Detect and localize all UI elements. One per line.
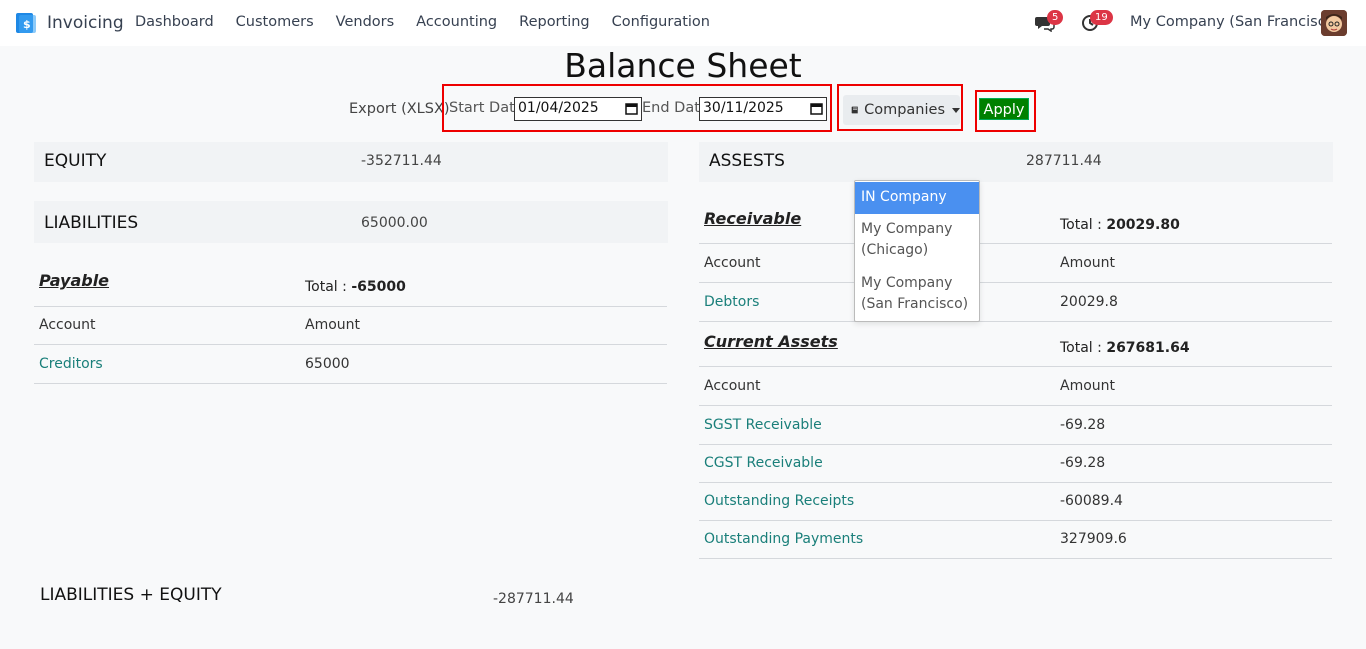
calendar-icon[interactable] <box>810 102 823 115</box>
account-link-outstanding-receipts[interactable]: Outstanding Receipts <box>704 493 854 509</box>
user-avatar[interactable] <box>1321 10 1347 36</box>
equity-value: -352711.44 <box>361 153 442 169</box>
companies-dropdown-menu: IN Company My Company (Chicago) My Compa… <box>854 180 980 322</box>
divider <box>34 344 667 345</box>
current-assets-total-value: 267681.64 <box>1106 340 1190 356</box>
account-link-debtors[interactable]: Debtors <box>704 294 759 310</box>
amount-debtors: 20029.8 <box>1060 294 1118 310</box>
menu-reporting[interactable]: Reporting <box>519 14 590 30</box>
page-title: Balance Sheet <box>564 46 802 85</box>
divider <box>699 282 1332 283</box>
liabilities-equity-value: -287711.44 <box>493 591 574 607</box>
total-label: Total : <box>1060 340 1102 356</box>
end-date-input[interactable]: 30/11/2025 <box>699 97 827 121</box>
divider <box>699 558 1332 559</box>
receivable-total: Total : 20029.80 <box>1060 217 1180 233</box>
assets-title: ASSESTS <box>709 151 785 171</box>
company-option-in-company[interactable]: IN Company <box>855 182 979 214</box>
account-link-outstanding-payments[interactable]: Outstanding Payments <box>704 531 863 547</box>
receivable-total-value: 20029.80 <box>1106 217 1180 233</box>
divider <box>699 405 1332 406</box>
main-menu: Dashboard Customers Vendors Accounting R… <box>135 14 732 30</box>
account-link-cgst-receivable[interactable]: CGST Receivable <box>704 455 823 471</box>
company-option-san-francisco[interactable]: My Company (San Francisco) <box>855 273 979 317</box>
col-header-amount: Amount <box>305 317 361 333</box>
equity-section <box>34 142 668 182</box>
col-header-account: Account <box>704 378 761 394</box>
divider <box>699 482 1332 483</box>
menu-customers[interactable]: Customers <box>236 14 314 30</box>
start-date-label: Start Date <box>449 100 524 116</box>
divider <box>34 383 667 384</box>
menu-vendors[interactable]: Vendors <box>336 14 395 30</box>
company-switcher[interactable]: My Company (San Francisco) <box>1130 14 1340 30</box>
company-option-chicago[interactable]: My Company (Chicago) <box>855 219 979 263</box>
end-date-value: 30/11/2025 <box>703 100 784 116</box>
invoicing-app-icon[interactable]: $ <box>15 12 37 34</box>
receivable-group-title: Receivable <box>704 209 802 228</box>
col-header-amount: Amount <box>1060 255 1116 271</box>
start-date-input[interactable]: 01/04/2025 <box>514 97 642 121</box>
liabilities-title: LIABILITIES <box>44 213 139 233</box>
col-header-account: Account <box>39 317 96 333</box>
payable-group-title: Payable <box>39 271 110 290</box>
current-assets-group-title: Current Assets <box>704 332 838 351</box>
divider <box>34 306 667 307</box>
top-navbar: $ Invoicing Dashboard Customers Vendors … <box>0 0 1366 46</box>
menu-dashboard[interactable]: Dashboard <box>135 14 214 30</box>
divider <box>699 520 1332 521</box>
divider <box>699 321 1332 322</box>
equity-title: EQUITY <box>44 151 107 171</box>
assets-value: 287711.44 <box>1026 153 1102 169</box>
divider <box>699 366 1332 367</box>
app-name[interactable]: Invoicing <box>47 13 124 33</box>
divider <box>699 444 1332 445</box>
assets-section <box>699 142 1333 182</box>
start-date-value: 01/04/2025 <box>518 100 599 116</box>
payable-total-value: -65000 <box>351 279 406 295</box>
avatar-face-icon <box>1321 10 1347 36</box>
col-header-account: Account <box>704 255 761 271</box>
liabilities-value: 65000.00 <box>361 215 428 231</box>
current-assets-total: Total : 267681.64 <box>1060 340 1190 356</box>
amount-outstanding-receipts: -60089.4 <box>1060 493 1123 509</box>
menu-accounting[interactable]: Accounting <box>416 14 497 30</box>
divider <box>699 243 1332 244</box>
companies-dropdown-button[interactable]: Companies <box>843 95 960 125</box>
apply-button[interactable]: Apply <box>979 98 1029 120</box>
liabilities-equity-title: LIABILITIES + EQUITY <box>40 585 222 605</box>
amount-cgst-receivable: -69.28 <box>1060 455 1106 471</box>
chat-badge: 5 <box>1047 10 1064 25</box>
account-link-sgst-receivable[interactable]: SGST Receivable <box>704 417 822 433</box>
total-label: Total : <box>1060 217 1102 233</box>
menu-configuration[interactable]: Configuration <box>612 14 710 30</box>
payable-total: Total : -65000 <box>305 279 406 295</box>
activity-badge: 19 <box>1090 10 1113 25</box>
book-icon <box>851 106 858 114</box>
amount-sgst-receivable: -69.28 <box>1060 417 1106 433</box>
total-label: Total : <box>305 279 347 295</box>
export-xlsx-button[interactable]: Export (XLSX) <box>349 101 450 117</box>
companies-label: Companies <box>864 102 945 118</box>
col-header-amount: Amount <box>1060 378 1116 394</box>
svg-text:$: $ <box>23 18 31 31</box>
account-link-creditors[interactable]: Creditors <box>39 356 103 372</box>
calendar-icon[interactable] <box>625 102 638 115</box>
amount-outstanding-payments: 327909.6 <box>1060 531 1127 547</box>
amount-creditors: 65000 <box>305 356 350 372</box>
caret-down-icon <box>952 107 960 113</box>
